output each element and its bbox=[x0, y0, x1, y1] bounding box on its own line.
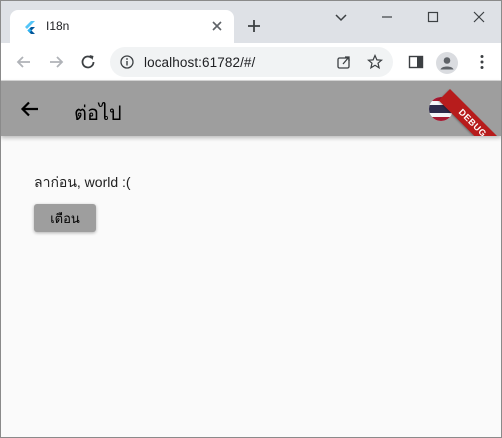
address-bar[interactable]: localhost:61782/#/ bbox=[110, 47, 393, 77]
forward-nav-icon[interactable] bbox=[47, 53, 65, 71]
app-bar: ต่อไป DEBUG bbox=[1, 81, 501, 136]
flutter-icon bbox=[25, 21, 35, 34]
url-text[interactable]: localhost:61782/#/ bbox=[144, 55, 255, 70]
side-panel-icon[interactable] bbox=[407, 53, 425, 71]
profile-avatar[interactable] bbox=[436, 52, 458, 74]
star-icon[interactable] bbox=[367, 54, 383, 70]
close-window-icon[interactable] bbox=[469, 7, 489, 27]
minimize-icon[interactable] bbox=[377, 7, 397, 27]
back-nav-icon[interactable] bbox=[15, 53, 33, 71]
browser-toolbar: localhost:61782/#/ bbox=[1, 43, 501, 81]
arrow-back-icon[interactable] bbox=[19, 98, 41, 120]
new-tab-icon[interactable] bbox=[246, 18, 262, 34]
browser-window: I18n localhost:61782/#/ ต่อไป DEBUG ลาก่… bbox=[0, 0, 502, 438]
info-icon[interactable] bbox=[120, 55, 134, 69]
page-title: ต่อไป bbox=[74, 103, 122, 125]
share-icon[interactable] bbox=[336, 54, 352, 70]
tab-search-chevron-icon[interactable] bbox=[331, 7, 351, 27]
person-icon bbox=[440, 57, 454, 70]
more-menu-icon[interactable] bbox=[473, 53, 491, 71]
reload-icon[interactable] bbox=[79, 53, 97, 71]
greeting-text: ลาก่อน, world :( bbox=[34, 174, 131, 190]
alert-button[interactable]: เตือน bbox=[34, 204, 96, 232]
maximize-icon[interactable] bbox=[423, 7, 443, 27]
close-tab-icon[interactable] bbox=[210, 19, 224, 33]
tab-strip: I18n bbox=[1, 1, 501, 43]
tab-title: I18n bbox=[46, 19, 70, 33]
tab-i18n[interactable]: I18n bbox=[10, 10, 234, 43]
